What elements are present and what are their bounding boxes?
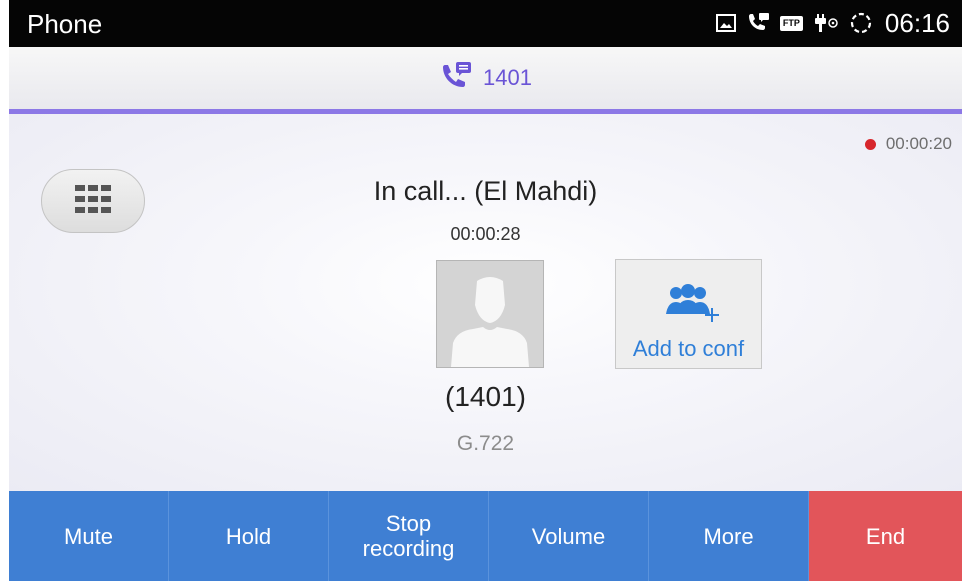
call-duration: 00:00:28	[450, 224, 521, 244]
call-header-number: 1401	[483, 65, 532, 90]
stop-recording-label: Stop recording	[363, 511, 455, 561]
add-to-conf-label: Add to conf	[632, 336, 745, 361]
codec-label: G.722	[456, 432, 515, 455]
mute-button[interactable]: Mute	[9, 491, 169, 581]
add-to-conf-button[interactable]: Add to conf	[615, 259, 762, 369]
call-action-bar: Mute Hold Stop recording Volume More End	[9, 491, 962, 581]
phone-screen: Phone FTP 06:16 1401 00:00:20 In call...…	[9, 0, 962, 581]
recording-timer: 00:00:20	[885, 134, 952, 153]
stop-recording-line1: Stop	[385, 511, 432, 536]
caller-number: (1401)	[445, 381, 526, 412]
gallery-icon	[715, 14, 736, 32]
stop-recording-button[interactable]: Stop recording	[329, 491, 489, 581]
ftp-icon: FTP	[779, 15, 803, 31]
app-title: Phone	[27, 9, 103, 39]
volume-button[interactable]: Volume	[489, 491, 649, 581]
stop-recording-line2: recording	[362, 536, 455, 561]
phone-frame: Phone FTP 06:16 1401 00:00:20 In call...…	[0, 0, 962, 581]
more-button[interactable]: More	[649, 491, 809, 581]
hold-button[interactable]: Hold	[169, 491, 329, 581]
avatar	[436, 260, 544, 368]
end-call-button[interactable]: End	[809, 491, 962, 581]
call-message-icon	[439, 61, 473, 96]
sync-icon	[849, 11, 873, 35]
status-time: 06:16	[884, 7, 950, 38]
recording-indicator: 00:00:20	[864, 134, 952, 154]
status-bar: Phone FTP 06:16	[9, 0, 962, 47]
usb-debug-icon	[813, 12, 839, 34]
more-label: More	[703, 523, 754, 549]
mute-label: Mute	[64, 523, 113, 549]
add-conference-icon	[662, 282, 722, 329]
call-message-icon	[746, 12, 770, 34]
call-status: In call... (El Mahdi)	[373, 176, 598, 206]
volume-label: Volume	[531, 523, 606, 549]
recording-dot-icon	[864, 138, 876, 150]
hold-label: Hold	[225, 523, 272, 549]
call-header: 1401	[9, 47, 962, 114]
status-icons: FTP 06:16	[715, 7, 950, 38]
person-icon	[451, 277, 529, 367]
end-label: End	[865, 523, 906, 549]
call-panel: 00:00:20 In call... (El Mahdi) 00:00:28	[9, 114, 962, 491]
